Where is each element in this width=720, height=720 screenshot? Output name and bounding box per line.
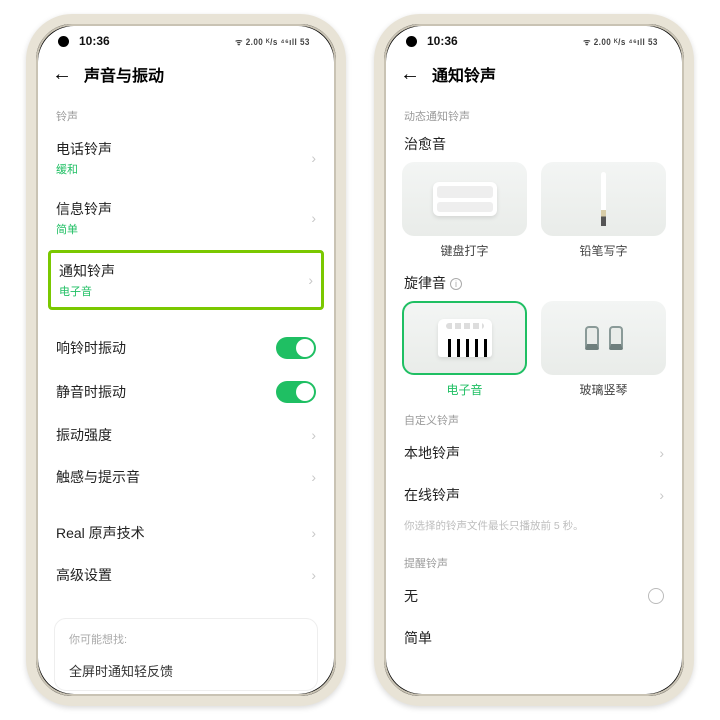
punch-hole-camera	[406, 36, 417, 47]
tile-keyboard-typing[interactable]: 键盘打字	[402, 162, 527, 259]
chevron-right-icon: ›	[311, 525, 316, 541]
file-length-note: 你选择的铃声文件最长只播放前 5 秒。	[402, 516, 666, 541]
tile-pencil-writing[interactable]: 铅笔写字	[541, 162, 666, 259]
section-custom: 自定义铃声	[404, 412, 664, 428]
chevron-right-icon: ›	[311, 427, 316, 443]
info-icon[interactable]: i	[450, 278, 462, 290]
category-melody: 旋律音i	[402, 265, 666, 295]
chevron-right-icon: ›	[311, 150, 316, 166]
row-call-ringtone[interactable]: 电话铃声 缓和 ›	[54, 128, 318, 188]
section-ringtones: 铃声	[56, 108, 316, 124]
row-advanced-settings[interactable]: 高级设置 ›	[54, 554, 318, 596]
suggestion-item[interactable]: 全屏时通知轻反馈	[69, 657, 303, 690]
header: ← 声音与振动	[38, 56, 334, 94]
chevron-right-icon: ›	[659, 445, 664, 461]
status-bar: 10:36 ᯤ 2.00 ᴷ/s ⁴⁶ıll 53	[38, 26, 334, 56]
row-none[interactable]: 无	[402, 575, 666, 617]
keyboard-icon	[433, 182, 497, 216]
section-dynamic: 动态通知铃声	[404, 108, 664, 124]
toggle-on-icon[interactable]	[276, 337, 316, 359]
category-healing: 治愈音	[402, 128, 666, 156]
tile-glass-harp[interactable]: 玻璃竖琴	[541, 301, 666, 398]
row-local-ringtone[interactable]: 本地铃声 ›	[402, 432, 666, 474]
tile-electronic[interactable]: 电子音	[402, 301, 527, 398]
row-online-ringtone[interactable]: 在线铃声 ›	[402, 474, 666, 516]
phone-frame-left: 10:36 ᯤ 2.00 ᴷ/s ⁴⁶ıll 53 ← 声音与振动 铃声 电话铃…	[26, 14, 346, 706]
row-notification-ringtone[interactable]: 通知铃声 电子音 ›	[48, 250, 324, 310]
section-wake: 提醒铃声	[404, 555, 664, 571]
back-icon[interactable]: ←	[400, 62, 426, 86]
row-vibrate-on-mute[interactable]: 静音时振动	[54, 370, 318, 414]
chevron-right-icon: ›	[311, 469, 316, 485]
radio-unchecked-icon[interactable]	[648, 588, 664, 604]
chevron-right-icon: ›	[308, 272, 313, 288]
status-icons: ᯤ 2.00 ᴷ/s ⁴⁶ıll 53	[583, 35, 658, 48]
row-simple[interactable]: 简单	[402, 617, 666, 648]
row-real-sound[interactable]: Real 原声技术 ›	[54, 512, 318, 554]
chevron-right-icon: ›	[311, 210, 316, 226]
glass-harp-icon	[585, 326, 623, 350]
punch-hole-camera	[58, 36, 69, 47]
suggestions-title: 你可能想找:	[69, 631, 303, 647]
row-vibrate-on-ring[interactable]: 响铃时振动	[54, 326, 318, 370]
page-title: 声音与振动	[84, 62, 164, 86]
chevron-right-icon: ›	[311, 567, 316, 583]
pencil-icon	[601, 172, 606, 226]
status-time: 10:36	[79, 34, 110, 48]
toggle-on-icon[interactable]	[276, 381, 316, 403]
chevron-right-icon: ›	[659, 487, 664, 503]
row-vibration-strength[interactable]: 振动强度 ›	[54, 414, 318, 456]
status-time: 10:36	[427, 34, 458, 48]
row-sms-ringtone[interactable]: 信息铃声 简单 ›	[54, 188, 318, 248]
suggestions-box: 你可能想找: 全屏时通知轻反馈	[54, 618, 318, 691]
back-icon[interactable]: ←	[52, 62, 78, 86]
synth-icon	[438, 319, 492, 357]
phone-frame-right: 10:36 ᯤ 2.00 ᴷ/s ⁴⁶ıll 53 ← 通知铃声 动态通知铃声 …	[374, 14, 694, 706]
header: ← 通知铃声	[386, 56, 682, 94]
status-bar: 10:36 ᯤ 2.00 ᴷ/s ⁴⁶ıll 53	[386, 26, 682, 56]
status-icons: ᯤ 2.00 ᴷ/s ⁴⁶ıll 53	[235, 35, 310, 48]
row-haptics-sounds[interactable]: 触感与提示音 ›	[54, 456, 318, 498]
page-title: 通知铃声	[432, 62, 496, 86]
